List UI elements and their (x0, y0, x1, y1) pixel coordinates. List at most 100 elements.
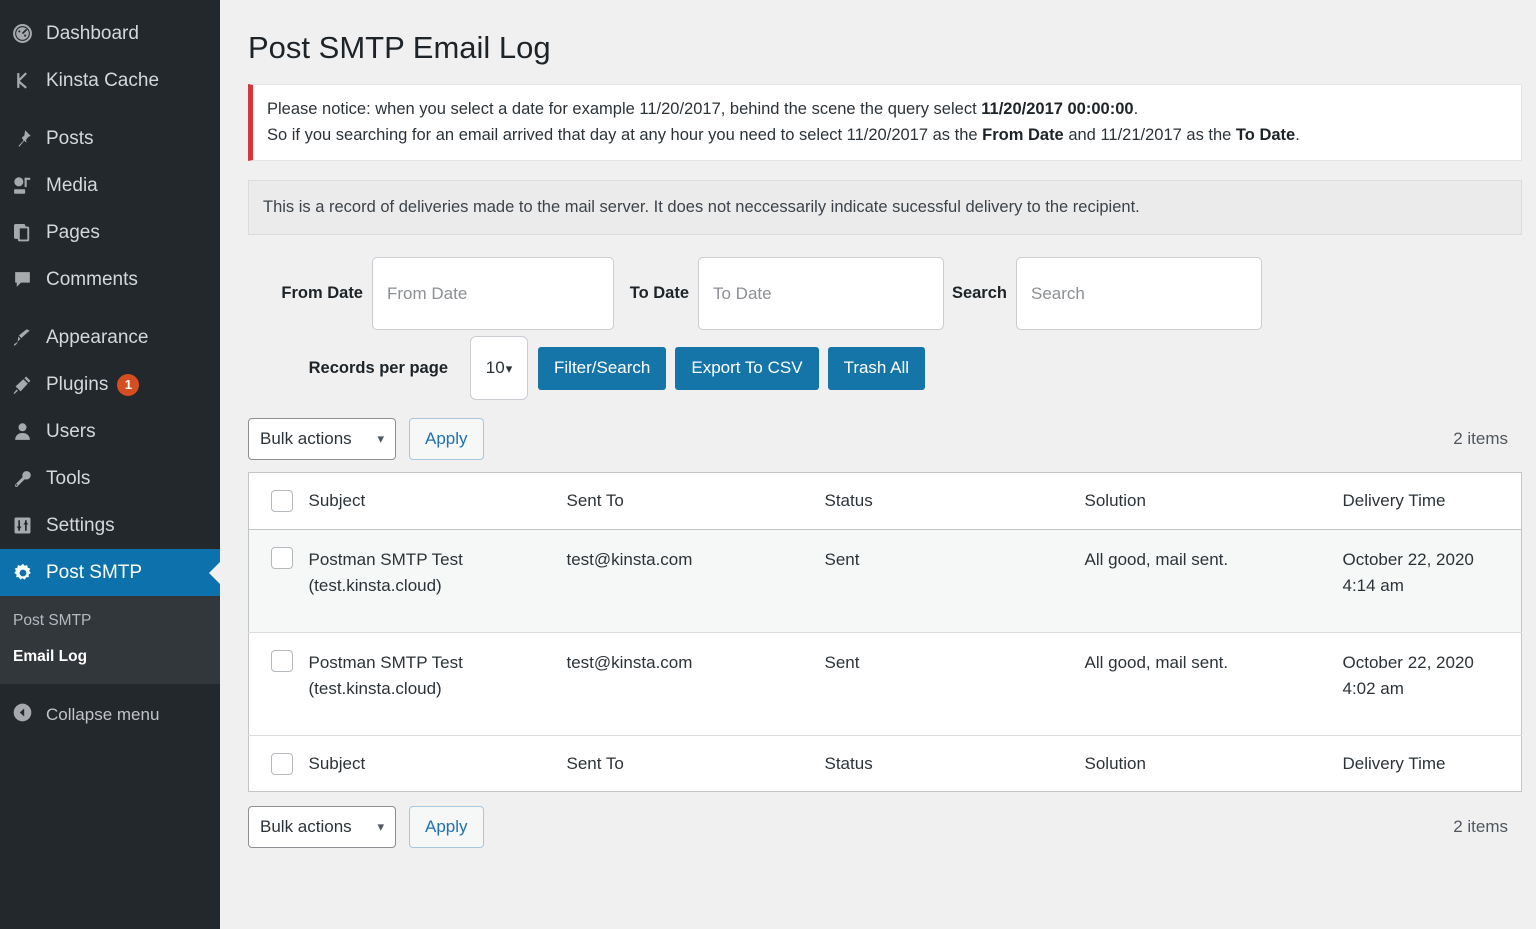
page-title: Post SMTP Email Log (248, 10, 1522, 84)
user-icon (12, 421, 46, 442)
pages-icon (12, 222, 46, 243)
sidebar-item-label: Tools (46, 468, 90, 490)
select-all-checkbox[interactable] (271, 490, 293, 512)
sidebar-item-label: Dashboard (46, 23, 139, 45)
sidebar-item-appearance[interactable]: Appearance (0, 314, 220, 361)
sidebar-item-media[interactable]: Media (0, 162, 220, 209)
column-header-delivery-time[interactable]: Delivery Time (1343, 473, 1522, 529)
column-footer-status[interactable]: Status (825, 735, 1085, 791)
table-body: Postman SMTP Test (test.kinsta.cloud) te… (249, 529, 1522, 735)
row-checkbox[interactable] (271, 547, 293, 569)
cell-solution: All good, mail sent. (1085, 529, 1343, 632)
bulk-actions-select-bottom[interactable]: Bulk actions ▾ (248, 806, 396, 848)
sidebar-item-dashboard[interactable]: Dashboard (0, 10, 220, 57)
delivery-time: 4:14 am (1343, 573, 1522, 599)
sidebar-item-posts[interactable]: Posts (0, 115, 220, 162)
sidebar-item-pages[interactable]: Pages (0, 209, 220, 256)
trash-all-button[interactable]: Trash All (828, 347, 926, 390)
bulk-actions-select-top[interactable]: Bulk actions ▾ (248, 418, 396, 460)
comment-icon (12, 269, 46, 290)
sidebar-item-post-smtp[interactable]: Post SMTP (0, 549, 220, 596)
select-all-checkbox-footer[interactable] (271, 753, 293, 775)
column-footer-sent-to[interactable]: Sent To (567, 735, 825, 791)
sidebar-item-label: Appearance (46, 327, 148, 349)
sidebar-item-label: Posts (46, 128, 94, 150)
sidebar-item-comments[interactable]: Comments (0, 256, 220, 303)
column-header-subject[interactable]: Subject (309, 473, 567, 529)
delivery-info-box: This is a record of deliveries made to t… (248, 180, 1522, 235)
subject-line-1: Postman SMTP Test (309, 547, 567, 573)
admin-screen: Dashboard Kinsta Cache Posts Media (0, 0, 1536, 929)
notice-line1-text-a: Please notice: when you select a date fo… (267, 100, 981, 118)
date-notice: Please notice: when you select a date fo… (248, 84, 1522, 161)
subject-line-1: Postman SMTP Test (309, 650, 567, 676)
main-content: Post SMTP Email Log Please notice: when … (220, 0, 1536, 929)
notice-line-2: So if you searching for an email arrived… (267, 123, 1507, 149)
cell-status: Sent (825, 632, 1085, 735)
email-log-table: Subject Sent To Status Solution Delivery… (248, 472, 1522, 791)
wrench-icon (12, 468, 46, 489)
table-header-row: Subject Sent To Status Solution Delivery… (249, 473, 1522, 529)
to-date-input[interactable] (698, 257, 944, 330)
column-footer-subject[interactable]: Subject (309, 735, 567, 791)
search-label: Search (944, 284, 1016, 303)
delivery-time: 4:02 am (1343, 676, 1522, 702)
items-count-bottom: 2 items (1453, 817, 1522, 837)
chevron-down-icon: ▾ (377, 819, 384, 835)
collapse-menu-button[interactable]: Collapse menu (0, 692, 220, 738)
from-date-input[interactable] (372, 257, 614, 330)
kinsta-k-icon (12, 70, 46, 91)
subject-line-2: (test.kinsta.cloud) (309, 676, 567, 702)
collapse-menu-label: Collapse menu (46, 705, 159, 725)
items-count-top: 2 items (1453, 429, 1522, 449)
row-select-cell (249, 529, 309, 632)
sidebar-item-plugins[interactable]: Plugins 1 (0, 361, 220, 408)
pin-icon (12, 128, 46, 149)
tablenav-top: Bulk actions ▾ Apply 2 items (248, 418, 1522, 460)
records-per-page-select[interactable]: 10 ▾ (470, 336, 528, 400)
notice-line2-text-e: . (1295, 126, 1300, 144)
column-footer-delivery-time[interactable]: Delivery Time (1343, 735, 1522, 791)
table-row[interactable]: Postman SMTP Test (test.kinsta.cloud) te… (249, 632, 1522, 735)
notice-line-1: Please notice: when you select a date fo… (267, 97, 1507, 123)
cell-sent-to: test@kinsta.com (567, 632, 825, 735)
delivery-date: October 22, 2020 (1343, 547, 1522, 573)
sidebar-item-label: Kinsta Cache (46, 70, 159, 92)
filter-bar: From Date To Date Search Records per pag… (248, 257, 1522, 400)
sidebar-separator (0, 303, 220, 314)
plugins-update-badge: 1 (117, 374, 139, 396)
brush-icon (12, 327, 46, 348)
column-header-sent-to[interactable]: Sent To (567, 473, 825, 529)
filter-search-button[interactable]: Filter/Search (538, 347, 666, 390)
sidebar-item-label: Settings (46, 515, 115, 537)
sidebar-item-users[interactable]: Users (0, 408, 220, 455)
notice-line1-text-c: . (1134, 100, 1139, 118)
sliders-icon (12, 515, 46, 536)
cell-subject: Postman SMTP Test (test.kinsta.cloud) (309, 632, 567, 735)
apply-button-top[interactable]: Apply (409, 418, 484, 460)
column-header-status[interactable]: Status (825, 473, 1085, 529)
sidebar-item-settings[interactable]: Settings (0, 502, 220, 549)
submenu-item-email-log[interactable]: Email Log (0, 639, 220, 675)
select-all-header (249, 473, 309, 529)
sidebar-item-tools[interactable]: Tools (0, 455, 220, 502)
column-header-solution[interactable]: Solution (1085, 473, 1343, 529)
column-footer-solution[interactable]: Solution (1085, 735, 1343, 791)
cell-delivery-time: October 22, 2020 4:02 am (1343, 632, 1522, 735)
bulk-actions-value: Bulk actions (260, 817, 352, 837)
search-input[interactable] (1016, 257, 1262, 330)
row-checkbox[interactable] (271, 650, 293, 672)
records-per-page-label: Records per page (248, 359, 470, 378)
select-all-footer (249, 735, 309, 791)
export-csv-button[interactable]: Export To CSV (675, 347, 818, 390)
admin-sidebar: Dashboard Kinsta Cache Posts Media (0, 0, 220, 929)
delivery-date: October 22, 2020 (1343, 650, 1522, 676)
from-date-label: From Date (248, 284, 372, 303)
submenu-item-post-smtp[interactable]: Post SMTP (0, 603, 220, 639)
collapse-arrow-icon (12, 702, 46, 728)
sidebar-item-kinsta-cache[interactable]: Kinsta Cache (0, 57, 220, 104)
apply-button-bottom[interactable]: Apply (409, 806, 484, 848)
media-icon (12, 175, 46, 196)
cell-status: Sent (825, 529, 1085, 632)
table-row[interactable]: Postman SMTP Test (test.kinsta.cloud) te… (249, 529, 1522, 632)
